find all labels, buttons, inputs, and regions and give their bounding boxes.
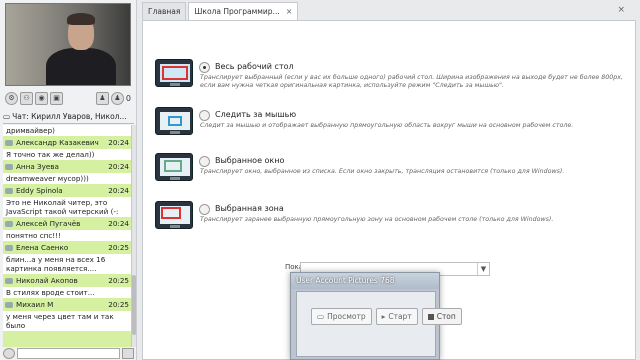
chat-bubble-icon: ▭ <box>3 112 11 121</box>
chat-author: Елена Саенко <box>16 243 69 252</box>
chat-author: Александр Казакевич <box>16 138 99 147</box>
people-icon[interactable]: ♟ <box>110 91 124 105</box>
chat-message-header: Алексей Пугачёв 20:24 <box>3 217 131 230</box>
chat-time: 20:24 <box>108 138 129 147</box>
tab-bar: Главная Школа Программир... × <box>142 2 636 20</box>
stop-label: Стоп <box>436 312 456 321</box>
left-sidebar: ⚙ ⚇ ◉ ▣ ♟ ♟ 0 ▭ Чат: Кирилл Уваров, Нико… <box>0 0 137 360</box>
control-buttons: ▭ Просмотр ▸ Старт Стоп <box>311 308 471 326</box>
tab-school[interactable]: Школа Программир... × <box>188 2 299 20</box>
chat-author: Eddy Spinola <box>16 186 63 195</box>
chat-message-header: Александр Казакевич 20:24 <box>3 136 131 149</box>
chevron-down-icon[interactable]: ▼ <box>477 263 489 275</box>
chat-author: Алексей Пугачёв <box>16 219 81 228</box>
preview-label: Просмотр <box>327 312 366 321</box>
chat-author: Анна Зуева <box>16 162 59 171</box>
radio-selected-zone[interactable] <box>199 204 210 215</box>
chat-title: Чат: Кирилл Уваров, Никол... <box>12 112 127 121</box>
chat-messages[interactable]: дримвайвер) Александр Казакевич 20:24 Я т… <box>3 125 131 347</box>
send-icon[interactable] <box>122 348 134 359</box>
participant-count: 0 <box>125 93 131 103</box>
chat-message-header: Анна Зуева 20:24 <box>3 160 131 173</box>
chat-scrollbar[interactable] <box>131 125 136 347</box>
chat-bubble-icon <box>5 139 13 146</box>
zone-icon <box>155 201 193 229</box>
chat-message-header: Елена Саенко 20:25 <box>3 241 131 254</box>
option-selected-zone[interactable]: Выбранная зона Транслирует заранее выбра… <box>155 201 625 231</box>
monitor-icon: ▭ <box>317 312 325 321</box>
chat-message-text: дримвайвер) <box>3 125 131 136</box>
stop-button[interactable]: Стоп <box>421 308 462 325</box>
settings-icon[interactable]: ⚙ <box>5 91 18 105</box>
radio-follow-mouse[interactable] <box>199 110 210 121</box>
chat-time: 20:25 <box>108 243 129 252</box>
share-icon[interactable]: ⚇ <box>20 91 33 105</box>
option-description: Следит за мышью и отображает выбранную п… <box>200 122 574 129</box>
chat-message-text: у меня через цвет там и так было <box>3 311 131 331</box>
tab-main[interactable]: Главная <box>142 2 187 20</box>
radio-selected-window[interactable] <box>199 156 210 167</box>
chat-bubble-icon <box>5 163 13 170</box>
chat-input-row <box>3 348 134 360</box>
close-icon[interactable]: × <box>617 5 625 15</box>
user-icon[interactable]: ♟ <box>95 91 109 105</box>
option-label: Выбранная зона <box>215 204 284 213</box>
window-icon <box>155 153 193 181</box>
chat-message-text: Это не Николай читер, это JavaScript так… <box>3 197 131 217</box>
chat-message-text: Я точно так же делал)) <box>3 149 131 160</box>
chat-time: 20:25 <box>108 276 129 285</box>
option-description: Транслирует выбранный (если у вас их бол… <box>200 74 623 89</box>
webcam-video <box>5 3 131 86</box>
chat-message-text: блин...а у меня на всех 16 картинка появ… <box>3 254 131 274</box>
chat-author: Михаил М <box>16 300 54 309</box>
option-selected-window[interactable]: Выбранное окно Транслирует окно, выбранн… <box>155 153 625 183</box>
chat-time: 20:24 <box>108 186 129 195</box>
emoji-icon[interactable] <box>3 348 15 359</box>
play-icon: ▸ <box>381 312 386 321</box>
chat-message-header: Николай Акопов 20:25 <box>3 274 131 287</box>
camera-icon[interactable]: ◉ <box>35 91 48 105</box>
chat-message-text: В стилях вроде стоит... <box>3 287 131 298</box>
option-description: Транслирует заранее выбранную прямоуголь… <box>200 216 554 223</box>
screen-icon[interactable]: ▣ <box>50 91 63 105</box>
chat-time: 20:25 <box>108 300 129 309</box>
mouse-area-icon <box>155 107 193 135</box>
desktop-icon <box>155 59 193 87</box>
chat-message-header: Михаил М 20:25 <box>3 298 131 311</box>
option-label: Весь рабочий стол <box>215 62 294 71</box>
stop-icon <box>427 313 434 320</box>
chat-time: 20:24 <box>108 219 129 228</box>
tab-label: Главная <box>148 7 181 16</box>
preview-window-title: User Account Pictures 768 <box>291 273 439 289</box>
chat-bubble-icon <box>5 187 13 194</box>
chat-bubble-icon <box>5 277 13 284</box>
close-icon[interactable]: × <box>286 7 293 16</box>
tab-label: Школа Программир... <box>194 7 280 16</box>
chat-time: 20:24 <box>108 162 129 171</box>
option-label: Выбранное окно <box>215 156 285 165</box>
radio-whole-desktop[interactable] <box>199 62 210 73</box>
video-controls: ⚙ ⚇ ◉ ▣ ♟ ♟ 0 <box>5 89 131 107</box>
chat-input[interactable] <box>17 348 120 359</box>
chat-message-text: dreamweaver мусор))) <box>3 173 131 184</box>
start-button[interactable]: ▸ Старт <box>375 308 418 325</box>
preview-button[interactable]: ▭ Просмотр <box>311 308 372 325</box>
start-label: Старт <box>388 312 412 321</box>
chat-bubble-icon <box>5 244 13 251</box>
option-label: Следить за мышью <box>215 110 297 119</box>
chat-header: ▭ Чат: Кирилл Уваров, Никол... <box>3 110 134 124</box>
chat-message-header: Eddy Spinola 20:24 <box>3 184 131 197</box>
chat-author: Николай Акопов <box>16 276 78 285</box>
option-description: Транслирует окно, выбранное из списка. Е… <box>200 168 565 175</box>
chat-message-text: понятно спс!!! <box>3 230 131 241</box>
chat-bubble-icon <box>5 301 13 308</box>
chat-bubble-icon <box>5 220 13 227</box>
option-follow-mouse[interactable]: Следить за мышью Следит за мышью и отобр… <box>155 107 625 137</box>
option-whole-desktop[interactable]: Весь рабочий стол Транслирует выбранный … <box>155 59 625 89</box>
